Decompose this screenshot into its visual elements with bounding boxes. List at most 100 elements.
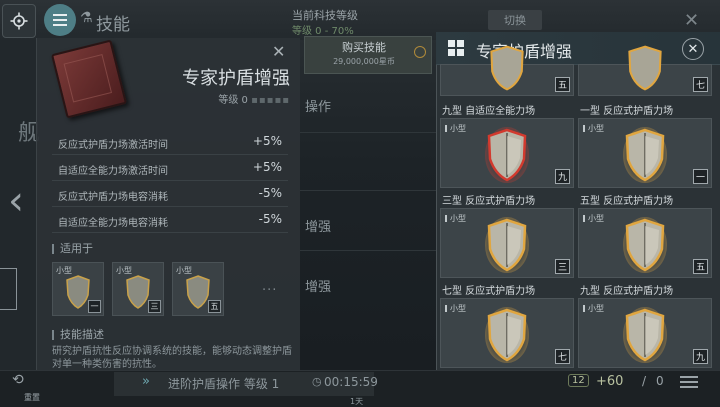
shield-card[interactable]: 小型七 <box>440 298 574 368</box>
operation-label: 操作 <box>305 100 332 115</box>
stat-row: 自适应全能力场激活时间 +5% <box>52 156 288 181</box>
stat-value: -5% <box>258 212 282 226</box>
stat-value: +5% <box>252 160 282 174</box>
description-label: 技能描述 <box>60 328 104 341</box>
tier-badge: 五 <box>208 300 221 313</box>
shield-card[interactable]: 小型九 <box>578 298 712 368</box>
reset-icon[interactable]: ⟲ <box>12 372 24 388</box>
more-button[interactable]: ··· <box>262 283 277 298</box>
stat-row: 反应式护盾力场电容消耗 -5% <box>52 182 288 207</box>
training-skill: 进阶护盾操作 等级 1 <box>168 377 280 391</box>
buy-skill-price: 29,000,000星币 <box>333 57 395 66</box>
shield-icon <box>485 307 529 363</box>
stat-name: 自适应全能力场激活时间 <box>58 166 168 177</box>
shield-card[interactable]: 小型三 <box>440 208 574 278</box>
applies-to-heading: 适用于 <box>52 240 93 256</box>
slash-icon: / <box>642 374 647 388</box>
shield-icon <box>623 127 667 183</box>
chevron-left-icon[interactable]: ‹ <box>8 178 24 224</box>
training-timer: 00:15:59 <box>324 375 378 389</box>
detail-title: 专家护盾增强 <box>182 68 290 89</box>
coin-icon <box>414 46 426 58</box>
size-tag: 小型 <box>445 213 466 224</box>
switch-label: 切换 <box>504 14 526 27</box>
applies-item[interactable]: 小型 五 <box>172 262 224 316</box>
size-tag: 小型 <box>583 213 604 224</box>
menu-icon <box>53 14 67 26</box>
tech-level-label: 当前科技等级 <box>292 9 358 22</box>
detail-close-icon[interactable]: ✕ <box>272 42 285 61</box>
tier-badge: 三 <box>555 259 570 274</box>
card-name: 五型 反应式护盾力场 <box>580 196 674 207</box>
shield-card[interactable]: 五 <box>440 45 574 96</box>
stat-name: 反应式护盾力场激活时间 <box>58 140 168 151</box>
enhance-label-1: 增强 <box>305 220 332 235</box>
shield-icon <box>485 127 529 183</box>
settings-button[interactable] <box>2 4 36 38</box>
count-badge: 12 <box>568 374 589 387</box>
stat-row: 自适应全能力场电容消耗 -5% <box>52 208 288 233</box>
stat-row: 反应式护盾力场激活时间 +5% <box>52 130 288 155</box>
shield-icon <box>490 45 524 91</box>
tier-badge: 五 <box>555 77 570 92</box>
level-text: 等级 0 <box>218 95 248 106</box>
size-tag: 小型 <box>445 123 466 134</box>
detail-level: 等级 0 ▪▪▪▪▪ <box>150 91 290 106</box>
card-name: 七型 反应式护盾力场 <box>442 286 536 297</box>
applies-item[interactable]: 小型 三 <box>112 262 164 316</box>
tier-badge: 九 <box>693 349 708 364</box>
menu-button[interactable] <box>44 4 76 36</box>
stat-name: 反应式护盾力场电容消耗 <box>58 192 168 203</box>
card-name: 九型 反应式护盾力场 <box>580 286 674 297</box>
count-plus: +60 <box>596 374 624 389</box>
divider <box>300 250 436 251</box>
clock-icon: ◷ <box>312 375 322 388</box>
shield-card[interactable]: 小型五 <box>578 208 712 278</box>
tier-badge: 五 <box>693 259 708 274</box>
card-name: 一型 反应式护盾力场 <box>580 106 674 117</box>
description-text: 研究护盾抗性反应协调系统的技能，能够动态调整护盾对单一种类伤害的抗性。 <box>52 346 292 370</box>
buy-skill-label: 购买技能 <box>342 41 386 54</box>
switch-button[interactable]: 切换 <box>488 10 542 30</box>
card-name: 三型 反应式护盾力场 <box>442 196 536 207</box>
enhance-label-2: 增强 <box>305 280 332 295</box>
shield-icon <box>623 217 667 273</box>
applies-item[interactable]: 小型 一 <box>52 262 104 316</box>
shield-card[interactable]: 小型九 <box>440 118 574 188</box>
tier-badge: 七 <box>693 77 708 92</box>
skill-icon: ⚗ <box>80 10 93 26</box>
fast-forward-icon: » <box>142 374 150 389</box>
tier-badge: 九 <box>555 169 570 184</box>
divider <box>300 190 436 191</box>
shield-icon <box>628 45 662 91</box>
applies-to-label: 适用于 <box>60 242 93 255</box>
tier-badge: 三 <box>148 300 161 313</box>
tier-badge: 一 <box>88 300 101 313</box>
tech-level-progress: 等级 0 - 70% <box>292 26 354 37</box>
tier-badge: 七 <box>555 349 570 364</box>
description-heading: 技能描述 <box>52 326 104 342</box>
shield-icon <box>485 217 529 273</box>
size-tag: 小型 <box>445 303 466 314</box>
close-icon[interactable]: ✕ <box>684 10 699 31</box>
stat-name: 自适应全能力场电容消耗 <box>58 218 168 229</box>
shield-card[interactable]: 小型一 <box>578 118 712 188</box>
day-label: 1天 <box>350 397 364 406</box>
divider <box>300 132 436 133</box>
count-zero: 0 <box>656 374 664 388</box>
tier-badge: 一 <box>693 169 708 184</box>
shield-card[interactable]: 七 <box>578 45 712 96</box>
gear-icon <box>10 12 28 30</box>
shield-icon <box>623 307 667 363</box>
stat-value: +5% <box>252 134 282 148</box>
reset-label: 重置 <box>24 393 40 402</box>
stat-value: -5% <box>258 186 282 200</box>
size-tag: 小型 <box>583 123 604 134</box>
picker-close-button[interactable]: ✕ <box>682 38 704 60</box>
side-tab[interactable] <box>0 268 17 310</box>
page-title: 技能 <box>96 15 130 35</box>
grid-icon <box>448 40 464 56</box>
level-pips: ▪▪▪▪▪ <box>251 95 290 106</box>
close-icon: ✕ <box>687 41 699 57</box>
list-icon[interactable] <box>680 374 698 388</box>
